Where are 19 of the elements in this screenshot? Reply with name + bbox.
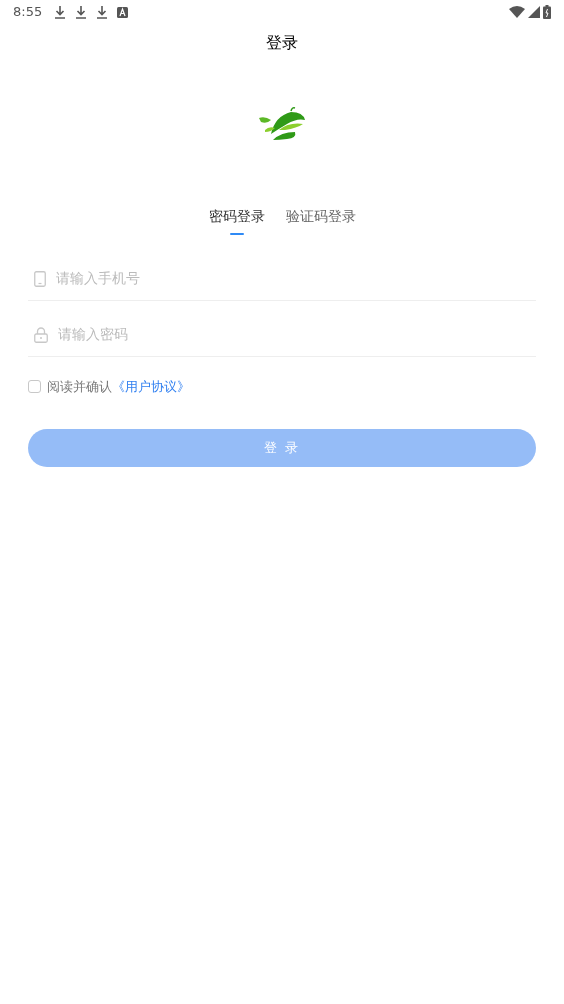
agreement-text: 阅读并确认	[47, 378, 112, 396]
password-field[interactable]: 请输入密码	[58, 324, 530, 345]
download-icon	[54, 5, 67, 19]
page-title: 登录	[266, 32, 298, 54]
signal-icon	[528, 6, 540, 18]
phone-field[interactable]: 请输入手机号	[56, 268, 530, 289]
login-tab[interactable]: 密码登录	[208, 206, 265, 235]
app-notification-icon	[117, 6, 129, 18]
logo-drawing	[257, 104, 307, 142]
download-icon	[75, 5, 88, 19]
lock-icon	[34, 326, 48, 343]
user-agreement-link[interactable]: 《用户协议》	[112, 377, 190, 397]
login-tab[interactable]: 验证码登录	[285, 206, 356, 235]
wifi-icon	[509, 6, 525, 18]
phone-icon	[34, 270, 46, 287]
download-icon	[96, 5, 109, 19]
battery-icon	[543, 5, 551, 19]
agreement-checkbox[interactable]	[28, 380, 41, 394]
status-time: 8:55	[13, 3, 43, 22]
